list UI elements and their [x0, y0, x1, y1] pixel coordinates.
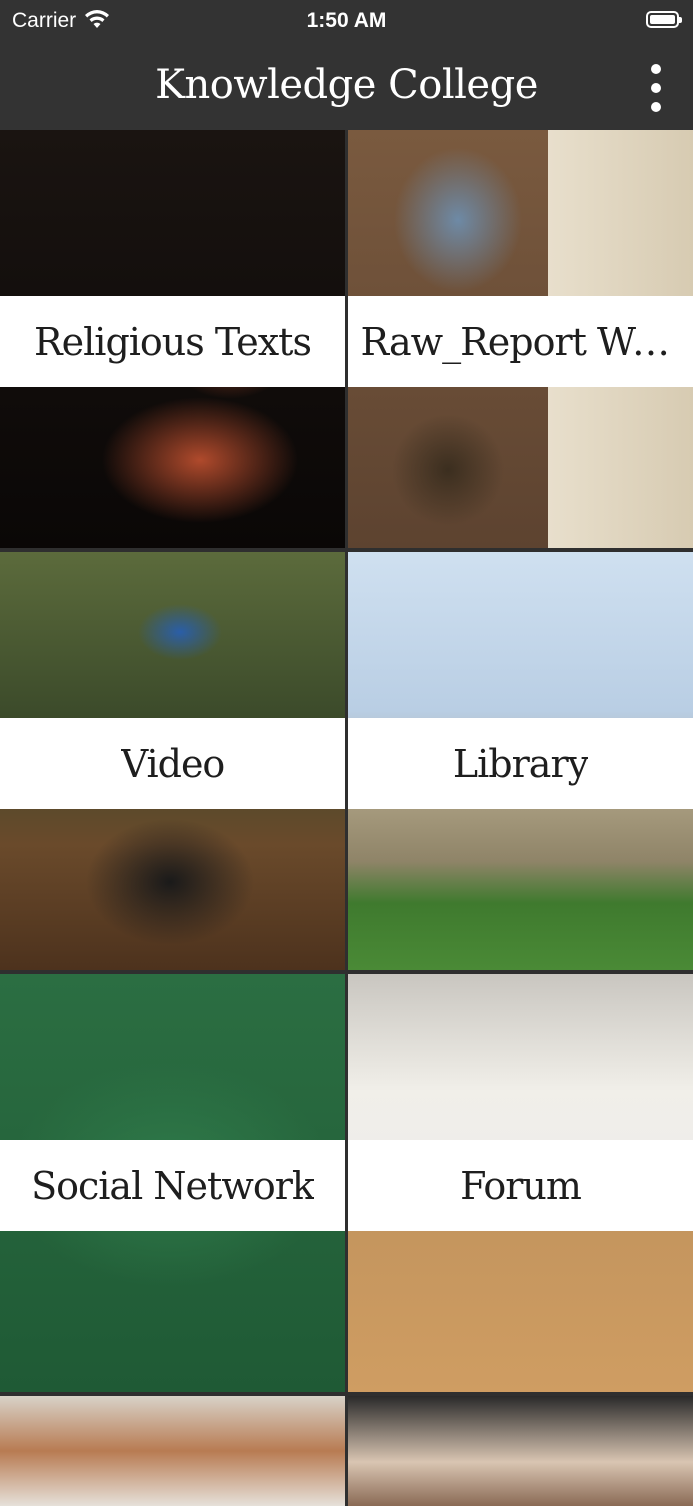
tile-forum[interactable]: Forum [348, 974, 693, 1392]
page-title: Knowledge College [155, 62, 538, 108]
tile-label-band: Religious Texts [0, 296, 345, 387]
tile-label: Library [452, 741, 589, 786]
tile-label-band: Social Network [0, 1140, 345, 1231]
tile-partial[interactable] [348, 1396, 693, 1506]
tile-label-band: Forum [348, 1140, 693, 1231]
clock: 1:50 AM [306, 9, 387, 32]
tile-raw-report[interactable]: Raw_Report We... [348, 130, 693, 548]
more-options-icon[interactable] [641, 64, 671, 112]
tile-library[interactable]: Library [348, 552, 693, 970]
tile-label-band: Raw_Report We... [348, 296, 693, 387]
tile-label: Social Network [31, 1163, 314, 1208]
tile-video[interactable]: Video [0, 552, 345, 970]
tile-social-network[interactable]: Social Network [0, 974, 345, 1392]
category-grid: Religious Texts Raw_Report We... Video L… [0, 130, 693, 1506]
tile-label-band: Video [0, 718, 345, 809]
tile-religious-texts[interactable]: Religious Texts [0, 130, 345, 548]
battery-icon [646, 11, 682, 28]
navigation-bar: Knowledge College [0, 44, 693, 130]
tile-label-band: Library [348, 718, 693, 809]
status-bar: Carrier 1:50 AM [0, 0, 693, 44]
tile-label: Forum [460, 1163, 581, 1208]
tile-label: Raw_Report We... [360, 319, 681, 364]
tile-label: Religious Texts [34, 319, 311, 364]
tile-label: Video [120, 741, 225, 786]
tile-partial[interactable] [0, 1396, 345, 1506]
